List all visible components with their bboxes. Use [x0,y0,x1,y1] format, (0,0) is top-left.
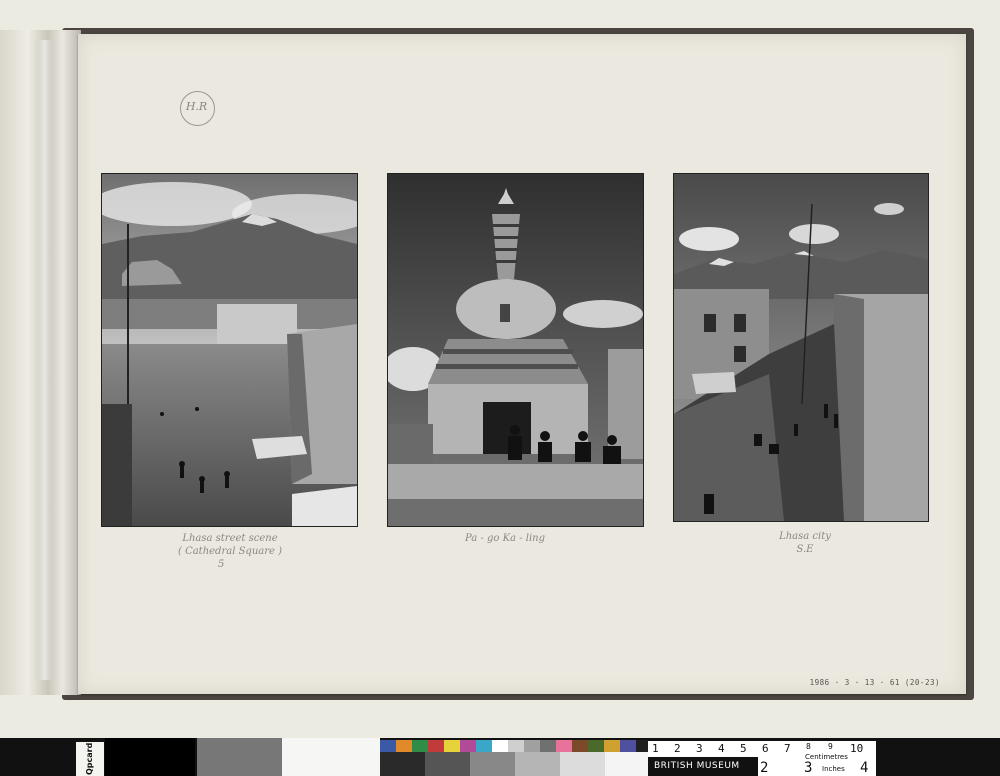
photograph-street-scene [101,173,358,527]
grey-step [425,752,470,776]
color-patch [428,740,444,752]
ruler-number: 3 [696,742,703,755]
caption-photo-1-line-2: ( Cathedral Square ) [177,546,283,557]
color-patch [540,740,556,752]
ruler-number: 10 [850,742,864,755]
caption-photo-3-line-2: S.E [796,544,814,555]
grey-step [515,752,560,776]
color-patch [604,740,620,752]
photograph-stupa-gate [387,173,644,527]
ruler-number: 7 [784,742,791,755]
grey-step [470,752,515,776]
color-patch [556,740,572,752]
color-patch [396,740,412,752]
inches-label: Inches [822,765,845,773]
museum-label: BRITISH MUSEUM [648,757,758,776]
caption-photo-3: Lhasa city S.E [755,530,855,556]
accession-number: 1986 · 3 · 13 · 61 (20-23) [809,678,940,687]
ruler-number: 1 [652,742,659,755]
inch-number: 4 [860,760,869,776]
color-patch [636,740,648,752]
color-patch [460,740,476,752]
color-patch [588,740,604,752]
ruler-number: 5 [740,742,747,755]
grey-step [380,752,425,776]
caption-photo-1-line-1: Lhasa street scene [182,533,278,544]
inch-number: 3 [804,760,813,776]
caption-photo-1: Lhasa street scene ( Cathedral Square ) … [170,532,290,571]
caption-photo-2: Pa - go Ka - ling [440,532,570,545]
ruler-number: 9 [828,742,833,751]
caption-photo-3-line-1: Lhasa city [779,531,831,542]
inch-number: 2 [760,760,769,776]
ruler-number: 6 [762,742,769,755]
target-side-label: Qpcard [76,742,104,776]
museum-label-text: BRITISH MUSEUM [654,761,740,771]
ruler-number: 4 [718,742,725,755]
color-patch [572,740,588,752]
spine-sheen [38,40,52,680]
photograph-city-street [673,173,929,522]
color-patch [620,740,636,752]
color-patch [412,740,428,752]
grey-step [605,752,648,776]
color-patch [476,740,492,752]
color-patch [492,740,508,752]
color-patch [444,740,460,752]
caption-photo-1-line-3: 5 [218,559,225,570]
grey-step [560,752,605,776]
ruler-number: 2 [674,742,681,755]
black-swatch [105,738,195,776]
corner-mark: H.R [185,100,208,113]
color-patch [524,740,540,752]
color-patch [380,740,396,752]
caption-photo-2-line-1: Pa - go Ka - ling [465,533,545,544]
white-swatch [282,738,380,776]
ruler-number: 8 [806,742,811,751]
grey-swatch [197,738,282,776]
color-patch [508,740,524,752]
